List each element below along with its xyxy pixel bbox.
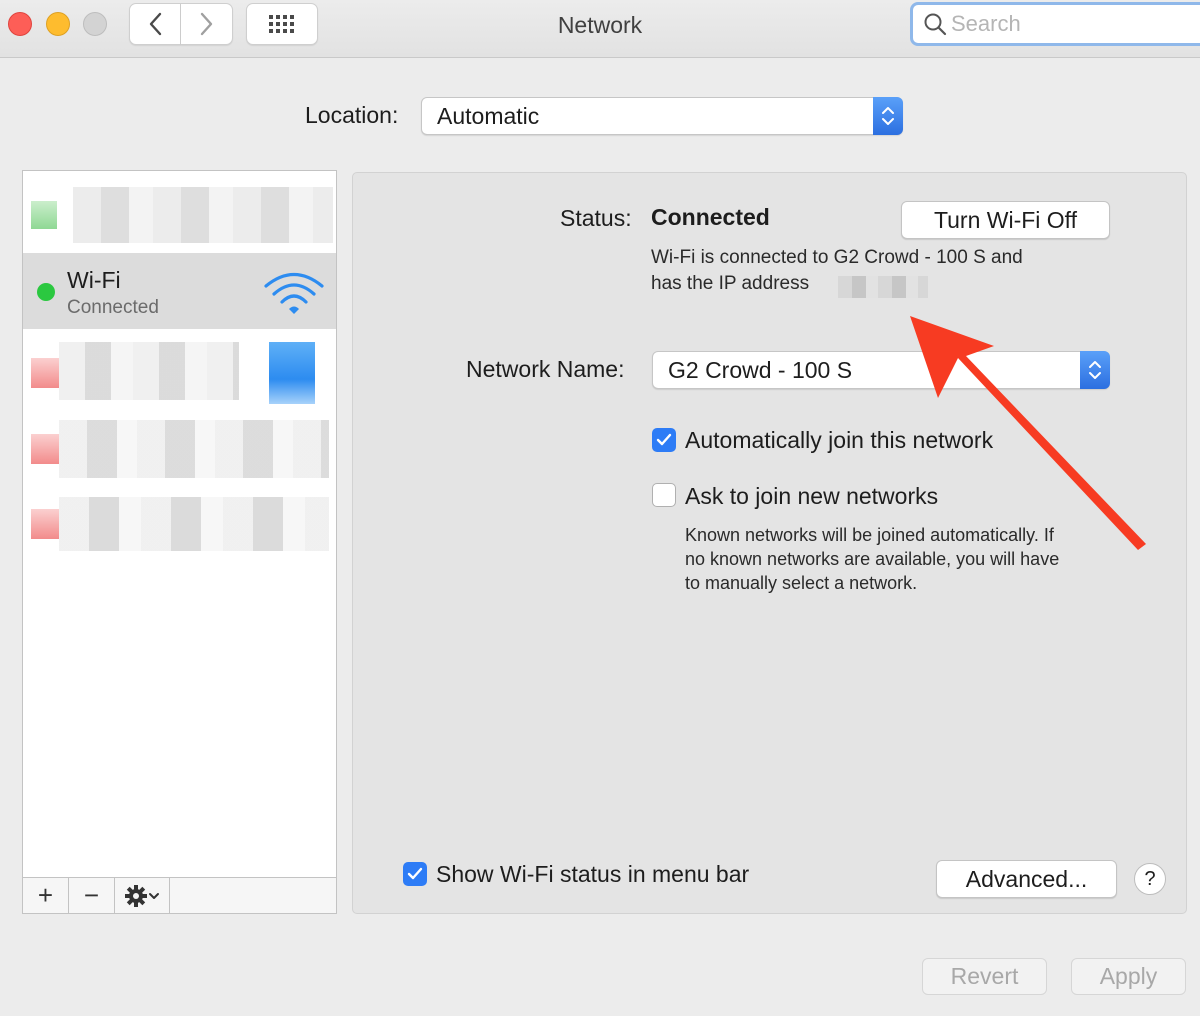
help-button[interactable]: ? (1134, 863, 1166, 895)
search-field[interactable] (910, 2, 1200, 46)
status-dot (31, 358, 59, 388)
service-status: Connected (67, 297, 159, 318)
show-all-button[interactable] (246, 3, 318, 45)
show-wifi-status-checkbox[interactable] (403, 862, 427, 886)
location-value: Automatic (437, 102, 540, 129)
ask-join-checkbox[interactable] (652, 483, 676, 507)
blurred-service-label (59, 497, 329, 551)
advanced-button[interactable]: Advanced... (936, 860, 1117, 898)
network-name-stepper (1080, 351, 1110, 389)
gear-icon (125, 884, 159, 907)
search-input[interactable] (951, 11, 1191, 37)
title-bar: Network (0, 0, 1200, 58)
status-label: Status: (560, 205, 632, 231)
network-name-label: Network Name: (466, 356, 625, 382)
ask-join-description-line: Known networks will be joined automatica… (685, 525, 1054, 545)
zoom-window-button[interactable] (83, 12, 107, 36)
blurred-service-icon (269, 342, 315, 404)
location-popup[interactable]: Automatic (421, 97, 903, 135)
location-label: Location: (305, 102, 399, 128)
show-wifi-status-label: Show Wi-Fi status in menu bar (436, 861, 750, 887)
location-stepper (873, 97, 903, 135)
blurred-ip-address (838, 276, 928, 298)
blurred-service-label (59, 420, 329, 478)
add-service-button[interactable]: + (23, 878, 69, 913)
list-toolbar: + − (23, 877, 336, 913)
checkmark-icon (656, 433, 672, 446)
wifi-icon (264, 273, 324, 314)
chevron-left-icon (149, 12, 162, 36)
list-item[interactable] (23, 493, 336, 559)
list-item[interactable] (23, 179, 336, 251)
list-item[interactable] (23, 416, 336, 486)
status-dot (37, 283, 55, 301)
auto-join-checkbox[interactable] (652, 428, 676, 452)
list-item[interactable] (23, 336, 336, 406)
blurred-service-label (59, 342, 239, 400)
close-window-button[interactable] (8, 12, 32, 36)
service-name: Wi-Fi (67, 267, 121, 293)
search-icon (924, 13, 947, 36)
network-name-popup[interactable]: G2 Crowd - 100 S (652, 351, 1110, 389)
turn-wifi-off-button[interactable]: Turn Wi-Fi Off (901, 201, 1110, 239)
ask-join-description-line: to manually select a network. (685, 573, 918, 593)
service-wifi[interactable]: Wi-Fi Connected (23, 253, 336, 329)
status-dot (31, 509, 59, 539)
action-menu-button[interactable] (115, 878, 170, 913)
up-down-arrows-icon (882, 107, 894, 125)
remove-service-button[interactable]: − (69, 878, 115, 913)
grid-icon (269, 15, 294, 33)
ask-join-description-line: no known networks are available, you wil… (685, 549, 1060, 569)
blurred-service-label (73, 187, 333, 243)
back-button[interactable] (129, 3, 181, 45)
checkmark-icon (407, 867, 423, 880)
status-description: Wi-Fi is connected to G2 Crowd - 100 S a… (651, 247, 1023, 268)
status-value: Connected (651, 204, 770, 230)
ask-join-label: Ask to join new networks (685, 483, 939, 509)
auto-join-label: Automatically join this network (685, 427, 994, 453)
ip-address-label: has the IP address (651, 273, 810, 294)
minimize-window-button[interactable] (46, 12, 70, 36)
revert-button[interactable]: Revert (922, 958, 1047, 995)
status-dot (31, 201, 57, 229)
forward-button[interactable] (181, 3, 233, 45)
chevron-right-icon (200, 12, 212, 36)
status-dot (31, 434, 59, 464)
apply-button[interactable]: Apply (1071, 958, 1186, 995)
network-name-value: G2 Crowd - 100 S (668, 356, 853, 383)
network-service-list: Wi-Fi Connected + − (22, 170, 337, 914)
up-down-arrows-icon (1089, 361, 1101, 379)
